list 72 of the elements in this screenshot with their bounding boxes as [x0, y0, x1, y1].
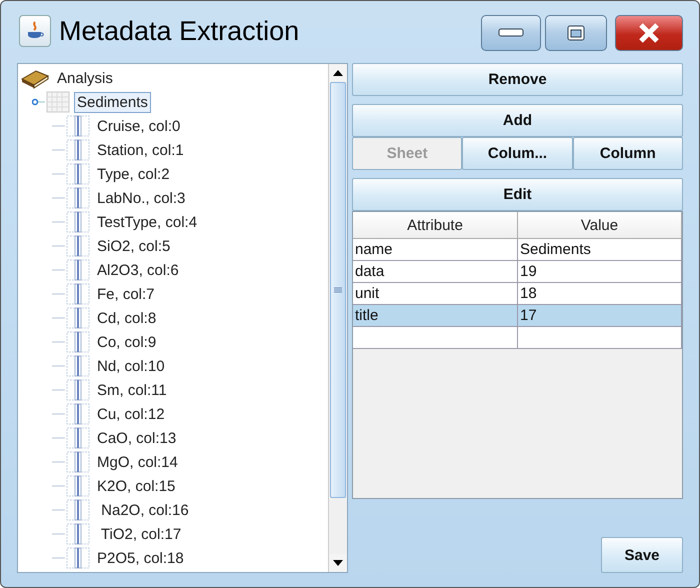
- column-icon: [66, 379, 90, 401]
- table-cell[interactable]: 17: [518, 305, 682, 327]
- add-button[interactable]: Add: [352, 104, 683, 137]
- table-cell[interactable]: unit: [353, 283, 518, 305]
- column-header[interactable]: Value: [518, 212, 682, 239]
- table-cell[interactable]: name: [353, 239, 518, 261]
- scroll-thumb[interactable]: [330, 82, 346, 498]
- tree-item[interactable]: Cd, col:8: [94, 308, 160, 328]
- column-icon: [66, 211, 90, 233]
- tree-item[interactable]: TestType, col:4: [94, 212, 200, 232]
- tree-item[interactable]: Co, col:9: [94, 332, 160, 352]
- tree-item[interactable]: Na2O, col:16: [94, 500, 192, 520]
- tree-item[interactable]: Al2O3, col:6: [94, 260, 182, 280]
- column-icon: [66, 355, 90, 377]
- tree-item[interactable]: Type, col:2: [94, 164, 173, 184]
- maximize-button[interactable]: [545, 15, 607, 51]
- tree-item[interactable]: SiO2, col:5: [94, 236, 174, 256]
- tree-item[interactable]: Analysis: [54, 68, 116, 88]
- toolbar-button[interactable]: Column: [572, 137, 683, 170]
- tree-item[interactable]: K2O, col:15: [94, 476, 178, 496]
- table-cell[interactable]: 19: [518, 261, 682, 283]
- remove-button[interactable]: Remove: [352, 63, 683, 96]
- tree-item[interactable]: CaO, col:13: [94, 428, 180, 448]
- tree-item[interactable]: TiO2, col:17: [94, 524, 184, 544]
- column-icon: [66, 547, 90, 569]
- tree-item[interactable]: Fe, col:7: [94, 284, 158, 304]
- column-icon: [66, 499, 90, 521]
- table-cell[interactable]: [353, 327, 518, 349]
- column-icon: [66, 523, 90, 545]
- tree-item[interactable]: Sm, col:11: [94, 380, 170, 400]
- edit-button[interactable]: Edit: [352, 178, 683, 211]
- table-cell[interactable]: [518, 327, 682, 349]
- column-icon: [66, 163, 90, 185]
- tree-item[interactable]: LabNo., col:3: [94, 188, 188, 208]
- column-icon: [66, 475, 90, 497]
- table-cell[interactable]: Sediments: [518, 239, 682, 261]
- tree-item[interactable]: MgO, col:14: [94, 452, 181, 472]
- spreadsheet-icon: [46, 91, 70, 113]
- tree-handle-icon[interactable]: [32, 97, 46, 107]
- column-icon: [66, 187, 90, 209]
- minimize-button[interactable]: [481, 15, 541, 51]
- column-icon: [66, 307, 90, 329]
- column-header[interactable]: Attribute: [353, 212, 518, 239]
- column-icon: [66, 283, 90, 305]
- column-icon: [66, 331, 90, 353]
- scroll-down-icon[interactable]: [329, 554, 347, 572]
- column-icon: [66, 427, 90, 449]
- close-icon: [637, 22, 661, 44]
- column-icon: [66, 259, 90, 281]
- tree-item[interactable]: Nd, col:10: [94, 356, 168, 376]
- table-cell[interactable]: title: [353, 305, 518, 327]
- table-cell[interactable]: 18: [518, 283, 682, 305]
- column-icon: [66, 139, 90, 161]
- scrollbar[interactable]: [328, 64, 347, 572]
- save-button[interactable]: Save: [601, 537, 683, 573]
- tree-item[interactable]: Cu, col:12: [94, 404, 168, 424]
- column-icon: [66, 235, 90, 257]
- tree-item[interactable]: Sediments: [74, 92, 151, 112]
- column-icon: [66, 451, 90, 473]
- tree-item[interactable]: Station, col:1: [94, 140, 187, 160]
- table-cell[interactable]: data: [353, 261, 518, 283]
- window-title: Metadata Extraction: [59, 16, 300, 46]
- coffee-cup-icon: [19, 15, 51, 47]
- toolbar-button[interactable]: Colum...: [462, 137, 573, 170]
- tree-item[interactable]: Cruise, col:0: [94, 116, 184, 136]
- scroll-up-icon[interactable]: [329, 64, 347, 82]
- column-icon: [66, 403, 90, 425]
- column-icon: [66, 115, 90, 137]
- tree-item[interactable]: P2O5, col:18: [94, 548, 187, 568]
- minimize-icon: [498, 28, 524, 38]
- maximize-icon: [566, 24, 586, 42]
- close-button[interactable]: [615, 15, 683, 51]
